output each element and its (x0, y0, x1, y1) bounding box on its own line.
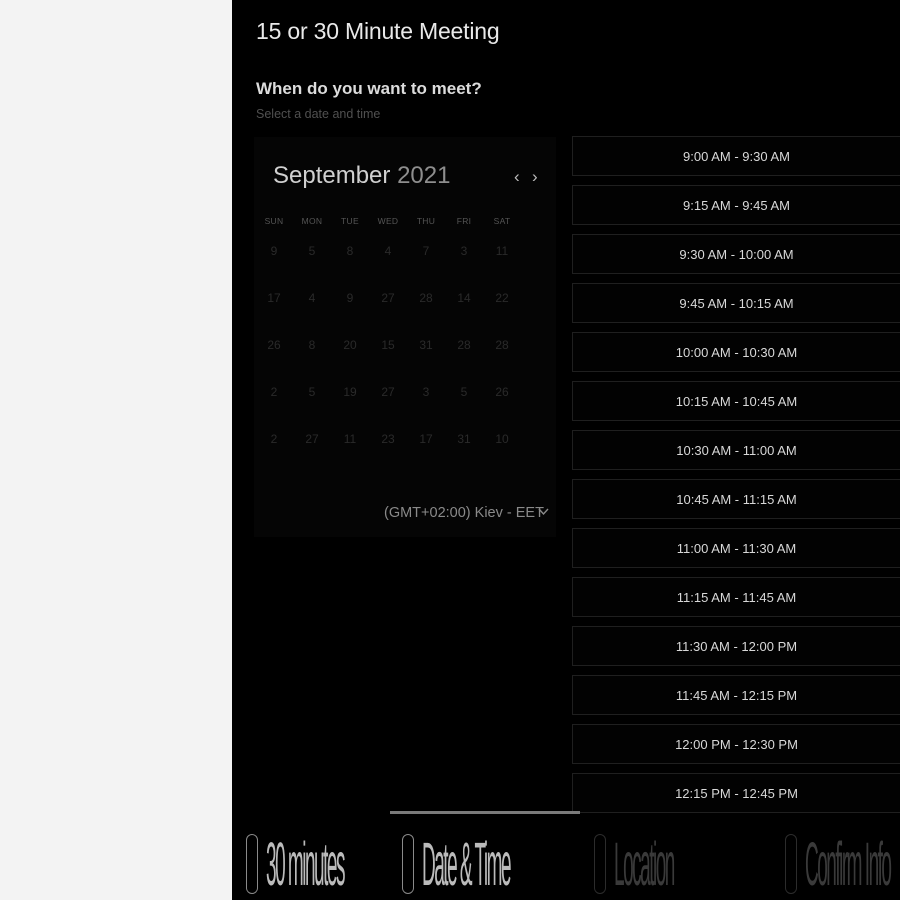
calendar-day[interactable]: 28 (408, 291, 444, 305)
weekday-header: SUN (264, 216, 284, 226)
calendar-day[interactable]: 26 (256, 338, 292, 352)
time-slot[interactable]: 10:00 AM - 10:30 AM (572, 332, 900, 372)
calendar-day[interactable]: 9 (256, 244, 292, 258)
step-label: 30 minutes (266, 834, 345, 900)
time-slot[interactable]: 12:15 PM - 12:45 PM (572, 773, 900, 813)
info-icon (785, 834, 797, 894)
time-slot[interactable]: 11:00 AM - 11:30 AM (572, 528, 900, 568)
time-slot[interactable]: 9:45 AM - 10:15 AM (572, 283, 900, 323)
step-label: Location (614, 834, 675, 900)
calendar-day[interactable]: 28 (484, 338, 520, 352)
calendar-day[interactable]: 19 (332, 385, 368, 399)
calendar-day[interactable]: 17 (256, 291, 292, 305)
location-pin-icon (594, 834, 606, 894)
calendar-day[interactable]: 17 (408, 432, 444, 446)
clock-icon (246, 834, 258, 894)
calendar-day[interactable]: 2 (256, 432, 292, 446)
weekday-header: SAT (493, 216, 511, 226)
time-slot[interactable]: 11:30 AM - 12:00 PM (572, 626, 900, 666)
month-label: September (273, 162, 391, 189)
time-slot[interactable]: 11:45 AM - 12:15 PM (572, 675, 900, 715)
timezone-select[interactable]: (GMT+02:00) Kiev - EET (384, 505, 544, 521)
calendar: September 2021 ‹ › SUN MON TUE WED THU F… (254, 137, 556, 537)
calendar-day[interactable]: 4 (370, 244, 406, 258)
calendar-day[interactable]: 7 (408, 244, 444, 258)
calendar-day[interactable]: 4 (294, 291, 330, 305)
weekday-header: MON (301, 216, 323, 226)
calendar-day[interactable]: 11 (484, 244, 520, 258)
prev-month-button[interactable]: ‹ (514, 168, 520, 186)
calendar-day[interactable]: 3 (446, 244, 482, 258)
calendar-day[interactable]: 27 (370, 385, 406, 399)
calendar-day[interactable]: 31 (446, 432, 482, 446)
chevron-left-icon: ‹ (514, 167, 520, 186)
calendar-day[interactable]: 20 (332, 338, 368, 352)
time-slot[interactable]: 12:00 PM - 12:30 PM (572, 724, 900, 764)
calendar-day[interactable]: 2 (256, 385, 292, 399)
next-month-button[interactable]: › (532, 168, 538, 186)
time-slot[interactable]: 9:15 AM - 9:45 AM (572, 185, 900, 225)
calendar-day[interactable]: 8 (332, 244, 368, 258)
weekday-header: WED (377, 216, 399, 226)
page-background (0, 0, 232, 900)
chevron-right-icon: › (532, 167, 538, 186)
calendar-day[interactable]: 10 (484, 432, 520, 446)
weekday-header: FRI (456, 216, 472, 226)
time-slot[interactable]: 9:00 AM - 9:30 AM (572, 136, 900, 176)
calendar-day[interactable]: 27 (370, 291, 406, 305)
month-year-label: September 2021 (273, 162, 450, 190)
meeting-subprompt: Select a date and time (256, 107, 381, 121)
calendar-day[interactable]: 8 (294, 338, 330, 352)
calendar-day[interactable]: 3 (408, 385, 444, 399)
calendar-day[interactable]: 22 (484, 291, 520, 305)
calendar-day[interactable]: 11 (332, 432, 368, 446)
step-label: Date & Time (422, 834, 512, 900)
calendar-day[interactable]: 5 (294, 244, 330, 258)
calendar-day[interactable]: 31 (408, 338, 444, 352)
chevron-down-icon[interactable] (537, 505, 550, 518)
calendar-icon (402, 834, 414, 894)
weekday-header: THU (416, 216, 436, 226)
time-slot[interactable]: 10:30 AM - 11:00 AM (572, 430, 900, 470)
time-slot[interactable]: 11:15 AM - 11:45 AM (572, 577, 900, 617)
calendar-day[interactable]: 5 (446, 385, 482, 399)
year-label: 2021 (397, 162, 451, 189)
calendar-day[interactable]: 9 (332, 291, 368, 305)
calendar-day[interactable]: 28 (446, 338, 482, 352)
time-slot[interactable]: 9:30 AM - 10:00 AM (572, 234, 900, 274)
calendar-day[interactable]: 23 (370, 432, 406, 446)
weekday-header: TUE (341, 216, 359, 226)
calendar-day[interactable]: 5 (294, 385, 330, 399)
time-slot[interactable]: 10:45 AM - 11:15 AM (572, 479, 900, 519)
meeting-prompt: When do you want to meet? (256, 79, 482, 98)
time-slot[interactable]: 10:15 AM - 10:45 AM (572, 381, 900, 421)
step-navigation: 30 minutes Date & Time Location Confirm … (232, 814, 900, 900)
calendar-day[interactable]: 15 (370, 338, 406, 352)
calendar-day[interactable]: 26 (484, 385, 520, 399)
scheduler-panel: 15 or 30 Minute Meeting When do you want… (232, 0, 900, 900)
meeting-title: 15 or 30 Minute Meeting (256, 18, 500, 44)
calendar-day[interactable]: 14 (446, 291, 482, 305)
calendar-day[interactable]: 27 (294, 432, 330, 446)
step-label: Confirm Info (805, 834, 892, 900)
